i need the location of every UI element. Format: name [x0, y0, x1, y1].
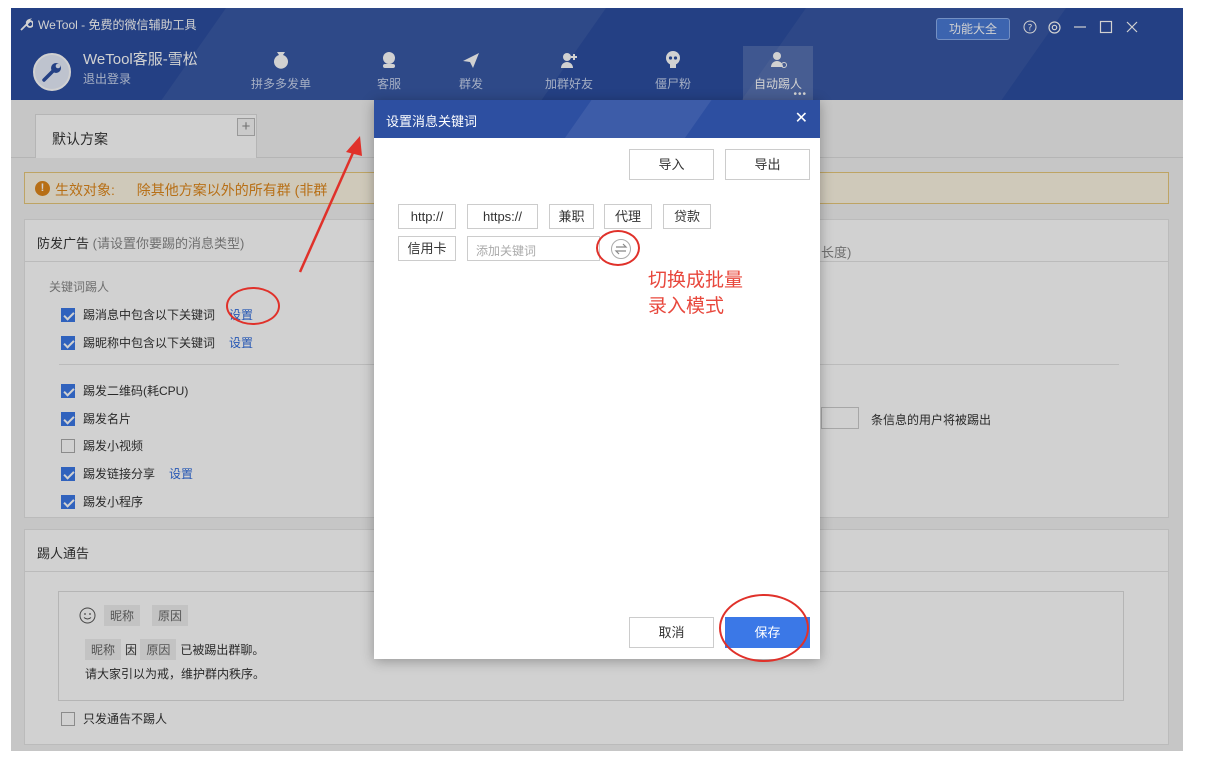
add-keyword-input[interactable]: 添加关键词 — [467, 236, 600, 261]
annotation-line-1: 切换成批量 — [648, 270, 744, 291]
keyword-tag[interactable]: 兼职 — [549, 204, 594, 229]
dialog-header: 设置消息关键词 ✕ — [374, 100, 820, 138]
dialog-close-icon[interactable]: ✕ — [795, 108, 808, 128]
keyword-tag[interactable]: https:// — [467, 204, 538, 229]
export-button[interactable]: 导出 — [725, 149, 810, 180]
keyword-tag[interactable]: 贷款 — [663, 204, 711, 229]
keyword-tag[interactable]: 信用卡 — [398, 236, 456, 261]
annotation-arrow-icon — [298, 136, 362, 273]
annotation-circle-switch — [596, 230, 640, 266]
annotation-circle-set-link — [226, 287, 280, 325]
annotation-text: 切换成批量 录入模式 — [648, 268, 743, 320]
annotation-line-2: 录入模式 — [648, 296, 725, 317]
keyword-dialog: 设置消息关键词 ✕ 导入 导出 http:// https:// 兼职 代理 贷款信用卡… — [374, 100, 820, 659]
keyword-tag[interactable]: http:// — [398, 204, 456, 229]
dialog-title: 设置消息关键词 — [386, 114, 478, 129]
annotation-circle-save — [719, 594, 809, 662]
import-button[interactable]: 导入 — [629, 149, 714, 180]
keyword-tag[interactable]: 代理 — [604, 204, 652, 229]
cancel-button[interactable]: 取消 — [629, 617, 714, 648]
